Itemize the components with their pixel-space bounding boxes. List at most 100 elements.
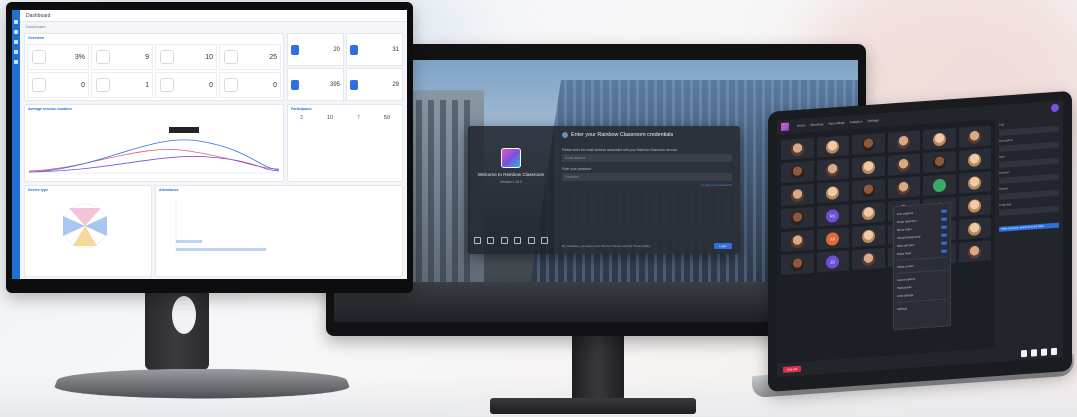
participant-tile[interactable]: AK — [816, 227, 849, 250]
participant-avatar: JD — [826, 254, 840, 269]
participant-tile[interactable] — [958, 171, 991, 194]
participant-tile[interactable] — [852, 132, 885, 156]
stat-card: 25 — [219, 44, 281, 70]
attendance-bar-chart — [175, 198, 266, 254]
menu-item[interactable]: Settings — [897, 301, 947, 312]
laptop-lid: Home Meetings Recordings Analytics Setti… — [768, 90, 1072, 392]
microphone-icon[interactable] — [1021, 349, 1027, 357]
nav-item[interactable]: Settings — [867, 118, 879, 123]
side-stat-grid: 20 31 395 29 — [287, 33, 403, 101]
welcome-text: Welcome to Reinbow Classroom — [477, 172, 545, 177]
login-hint: Please enter the email address associate… — [562, 148, 678, 152]
participant-tile[interactable] — [958, 194, 991, 217]
participant-tile[interactable] — [923, 173, 956, 197]
more-icon[interactable] — [1051, 347, 1057, 355]
participant-tile[interactable] — [781, 206, 814, 230]
camera-icon[interactable] — [1031, 348, 1037, 357]
participant-tile[interactable] — [852, 155, 885, 179]
participant-tile[interactable] — [816, 135, 849, 158]
participant-tile[interactable] — [887, 130, 920, 153]
login-button[interactable]: Login — [714, 243, 732, 249]
participant-avatar — [790, 188, 804, 202]
participant-tile[interactable] — [923, 150, 956, 174]
menu-item-label: Noise reduction — [897, 218, 917, 224]
end-call-button[interactable]: End call — [783, 365, 801, 373]
avatar[interactable] — [1051, 103, 1059, 113]
participant-tile[interactable] — [816, 181, 849, 204]
side-stat-card: 31 — [346, 33, 403, 66]
side-field-input[interactable] — [999, 205, 1059, 216]
badge-icon — [291, 44, 299, 55]
toggle-switch[interactable] — [941, 248, 947, 253]
gear-icon[interactable] — [14, 60, 18, 64]
password-field[interactable]: Password — [562, 173, 732, 181]
participant-tile[interactable] — [816, 158, 849, 181]
share-screen-icon[interactable] — [1041, 347, 1047, 356]
dashboard-body: Overview 3% 9 10 25 0 1 0 0 20 31 395 29… — [20, 31, 407, 279]
participant-tile[interactable] — [923, 127, 956, 151]
participant-avatar — [861, 183, 875, 197]
side-stat-value: 20 — [333, 46, 340, 53]
forgot-password-link[interactable]: Forgot your password? — [562, 183, 732, 187]
toggle-switch[interactable] — [941, 224, 947, 229]
login-title-text: Enter your Rainbow Classroom credentials — [571, 132, 674, 138]
participant-tile[interactable] — [887, 176, 920, 199]
stat-value: 0 — [81, 81, 85, 89]
warning-icon[interactable] — [474, 237, 481, 244]
version-text: Version 1.16.0 — [500, 179, 522, 184]
badge-icon — [291, 79, 299, 90]
menu-item-label: Share screen — [897, 263, 914, 269]
session-chart-panel: Average session duration — [24, 104, 284, 182]
nav-item[interactable]: Home — [797, 123, 806, 128]
nav-item[interactable]: Analytics — [850, 119, 863, 124]
side-stat-value: 395 — [329, 81, 340, 88]
toggle-switch[interactable] — [941, 240, 947, 245]
meeting-screen: Home Meetings Recordings Analytics Setti… — [777, 100, 1063, 378]
participant-tile[interactable] — [781, 137, 814, 161]
stat-icon — [32, 50, 46, 64]
participant-tile[interactable] — [852, 247, 885, 271]
participant-tile[interactable] — [852, 178, 885, 202]
bar-title: Attendance — [159, 188, 179, 192]
globe-icon[interactable] — [500, 237, 508, 244]
participant-tile[interactable] — [781, 183, 814, 207]
participant-tile[interactable] — [852, 201, 885, 225]
side-stat-value: 31 — [392, 46, 399, 53]
gear-icon[interactable] — [514, 237, 522, 244]
toggle-switch[interactable] — [941, 208, 947, 213]
nav-item[interactable]: Meetings — [811, 122, 824, 127]
participant-tile[interactable] — [781, 160, 814, 184]
participants-title: Participants — [291, 107, 312, 111]
participant-avatar — [861, 206, 875, 220]
participant-tile[interactable] — [852, 224, 885, 248]
participant-tile[interactable]: JD — [816, 250, 849, 273]
nav-item[interactable]: Recordings — [828, 121, 844, 126]
toggle-switch[interactable] — [941, 232, 947, 237]
participant-tile[interactable] — [958, 148, 991, 171]
participant-avatar — [968, 221, 982, 236]
participant-tile[interactable]: RC — [816, 204, 849, 227]
calendar-icon[interactable] — [540, 237, 548, 244]
participant-avatar — [897, 134, 911, 149]
users-icon[interactable] — [14, 40, 18, 44]
rainbow-logo-icon — [781, 122, 789, 132]
chart-icon[interactable] — [14, 30, 18, 34]
participant-tile[interactable] — [958, 125, 991, 148]
participant-tile[interactable] — [887, 153, 920, 176]
participant-avatar — [861, 137, 875, 151]
polar-chart — [62, 203, 108, 249]
email-field[interactable]: Email address — [562, 154, 732, 162]
meeting-body: RC AK JD Live captions Noise reduction M… — [777, 114, 1063, 363]
stat-icon — [160, 78, 174, 92]
calendar-icon[interactable] — [14, 50, 18, 54]
book-icon[interactable] — [527, 237, 535, 244]
hat-icon[interactable] — [487, 237, 495, 244]
laptop: Home Meetings Recordings Analytics Setti… — [768, 90, 1072, 394]
participant-tile[interactable] — [958, 240, 991, 263]
participant-tile[interactable] — [781, 252, 814, 276]
participant-tile[interactable] — [781, 229, 814, 253]
home-icon[interactable] — [14, 20, 18, 24]
menu-item-label: Chat settings — [897, 292, 914, 298]
toggle-switch[interactable] — [941, 216, 947, 221]
participant-tile[interactable] — [958, 217, 991, 240]
